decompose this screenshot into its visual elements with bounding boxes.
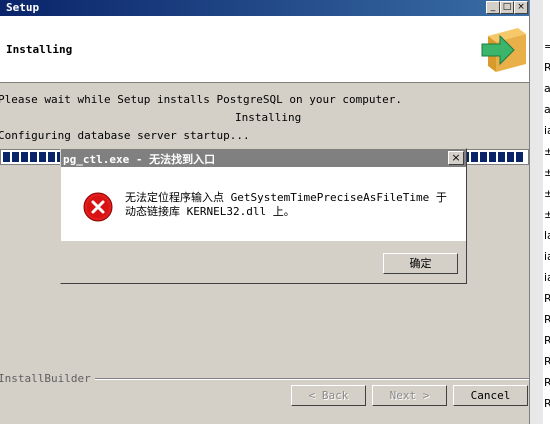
error-dialog: pg_ctl.exe - 无法找到入口 × 无法定位程序输入点 GetSyste…	[60, 148, 467, 284]
strip-text-fragment: ia	[544, 124, 550, 137]
strip-text-fragment: Ra	[544, 355, 550, 368]
progress-segment	[507, 152, 514, 162]
setup-title-bar[interactable]: Setup _ □ ×	[0, 0, 529, 16]
error-message-line-2: 动态链接库 KERNEL32.dll 上。	[125, 205, 295, 218]
error-message-line-1: 无法定位程序输入点 GetSystemTimePreciseAsFileTime…	[125, 191, 447, 204]
error-message: 无法定位程序输入点 GetSystemTimePreciseAsFileTime…	[125, 191, 447, 219]
strip-text-fragment: ±	[544, 208, 550, 221]
back-button[interactable]: < Back	[291, 385, 366, 406]
progress-segment	[12, 152, 19, 162]
close-icon[interactable]: ×	[448, 151, 464, 165]
error-icon	[83, 192, 113, 222]
progress-segment	[30, 152, 37, 162]
strip-text-fragment: Ra	[544, 376, 550, 389]
progress-segment	[471, 152, 478, 162]
progress-segment	[498, 152, 505, 162]
strip-text-fragment: ia	[544, 271, 550, 284]
progress-segment	[480, 152, 487, 162]
progress-segment	[21, 152, 28, 162]
progress-segment	[39, 152, 46, 162]
dialog-title: pg_ctl.exe - 无法找到入口	[63, 153, 216, 166]
dialog-title-bar[interactable]: pg_ctl.exe - 无法找到入口 ×	[61, 149, 466, 167]
strip-text-fragment: a	[544, 82, 550, 95]
strip-text-fragment: la	[544, 229, 550, 242]
status-line-2: Installing	[235, 111, 302, 124]
cancel-button[interactable]: Cancel	[453, 385, 528, 406]
strip-text-fragment: Ra	[544, 334, 550, 347]
strip-text-fragment: ia	[544, 250, 550, 263]
strip-text-fragment: ±	[544, 145, 550, 158]
dialog-body: 无法定位程序输入点 GetSystemTimePreciseAsFileTime…	[61, 167, 466, 241]
strip-text-fragment: a	[544, 103, 550, 116]
scrollbar[interactable]	[530, 0, 543, 424]
progress-segment	[48, 152, 55, 162]
installer-box-icon	[481, 28, 526, 72]
strip-text-fragment: R	[544, 61, 550, 74]
progress-segment	[489, 152, 496, 162]
strip-text-fragment: Ra	[544, 397, 550, 410]
installbuilder-label: InstallBuilder	[0, 372, 95, 385]
progress-segment	[516, 152, 523, 162]
setup-window-title: Setup	[6, 1, 40, 14]
background-window-strip: =Raaia±±±±laiaiaRaRaRaRaRaRa	[529, 0, 550, 424]
ok-button[interactable]: 确定	[383, 253, 458, 274]
close-icon[interactable]: ×	[514, 1, 528, 14]
strip-text-fragment: ±	[544, 166, 550, 179]
strip-text-fragment: Ra	[544, 313, 550, 326]
maximize-icon[interactable]: □	[500, 1, 514, 14]
strip-text-fragment: Ra	[544, 292, 550, 305]
page-title: Installing	[6, 43, 73, 56]
strip-text-fragment: ±	[544, 187, 550, 200]
progress-segment	[3, 152, 10, 162]
status-line-1: Please wait while Setup installs Postgre…	[0, 93, 402, 106]
minimize-icon[interactable]: _	[486, 1, 500, 14]
strip-text-fragment: =	[544, 40, 550, 53]
status-line-3: Configuring database server startup...	[0, 129, 250, 142]
setup-header: Installing	[0, 16, 529, 83]
next-button[interactable]: Next >	[372, 385, 447, 406]
